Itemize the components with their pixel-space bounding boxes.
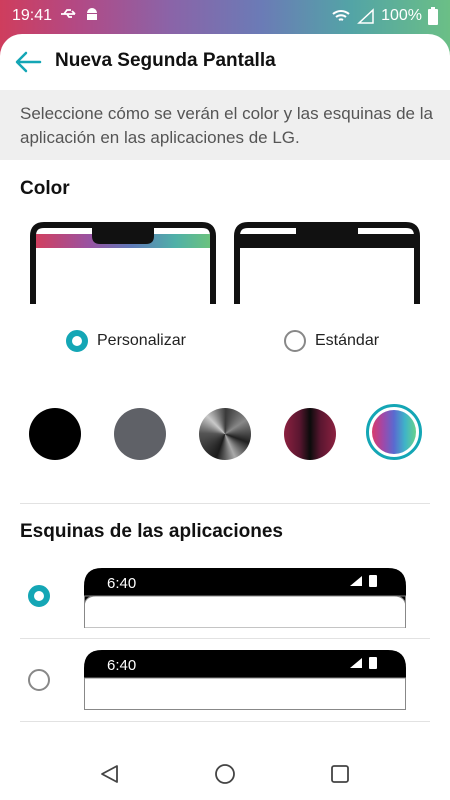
battery-percent: 100% [381, 7, 422, 24]
android-icon [87, 8, 97, 20]
swatch-gray[interactable] [114, 408, 166, 460]
home-circle-icon[interactable] [213, 762, 237, 786]
signal-icon [357, 8, 374, 24]
corners-section-title: Esquinas de las aplicaciones [20, 521, 283, 542]
page-title: Nueva Segunda Pantalla [55, 50, 276, 71]
description-text: Seleccione cómo se verán el color y las … [20, 104, 433, 147]
app-header: Nueva Segunda Pantalla [0, 34, 450, 90]
back-triangle-icon[interactable] [98, 762, 122, 786]
color-section-title: Color [20, 178, 70, 199]
wifi-icon [332, 10, 350, 21]
corner-square-time: 6:40 [107, 657, 137, 674]
radio-estandar[interactable] [284, 330, 306, 352]
custom-color-preview[interactable] [30, 222, 216, 304]
usb-icon [61, 9, 76, 18]
corner-rounded-time: 6:40 [107, 575, 137, 592]
radio-personalizar[interactable] [66, 330, 88, 352]
arrow-left-icon[interactable] [14, 50, 42, 74]
swatch-purple-black[interactable] [284, 408, 336, 460]
radio-estandar-label[interactable]: Estándar [315, 332, 379, 350]
description-band: Seleccione cómo se verán el color y las … [0, 90, 450, 160]
status-left-icons [60, 6, 100, 22]
radio-corner-rounded[interactable] [28, 585, 50, 607]
status-right: 100% [331, 7, 438, 25]
section-divider [20, 503, 430, 504]
row-divider [20, 638, 430, 639]
standard-color-preview[interactable] [234, 222, 420, 304]
swatch-metal[interactable] [199, 408, 251, 460]
swatch-rainbow[interactable] [372, 410, 416, 454]
radio-personalizar-label[interactable]: Personalizar [97, 332, 186, 350]
swatch-black[interactable] [29, 408, 81, 460]
battery-icon [428, 7, 438, 25]
status-time: 19:41 [12, 7, 53, 24]
row-divider [20, 721, 430, 722]
radio-corner-square[interactable] [28, 669, 50, 691]
recents-square-icon[interactable] [328, 762, 352, 786]
